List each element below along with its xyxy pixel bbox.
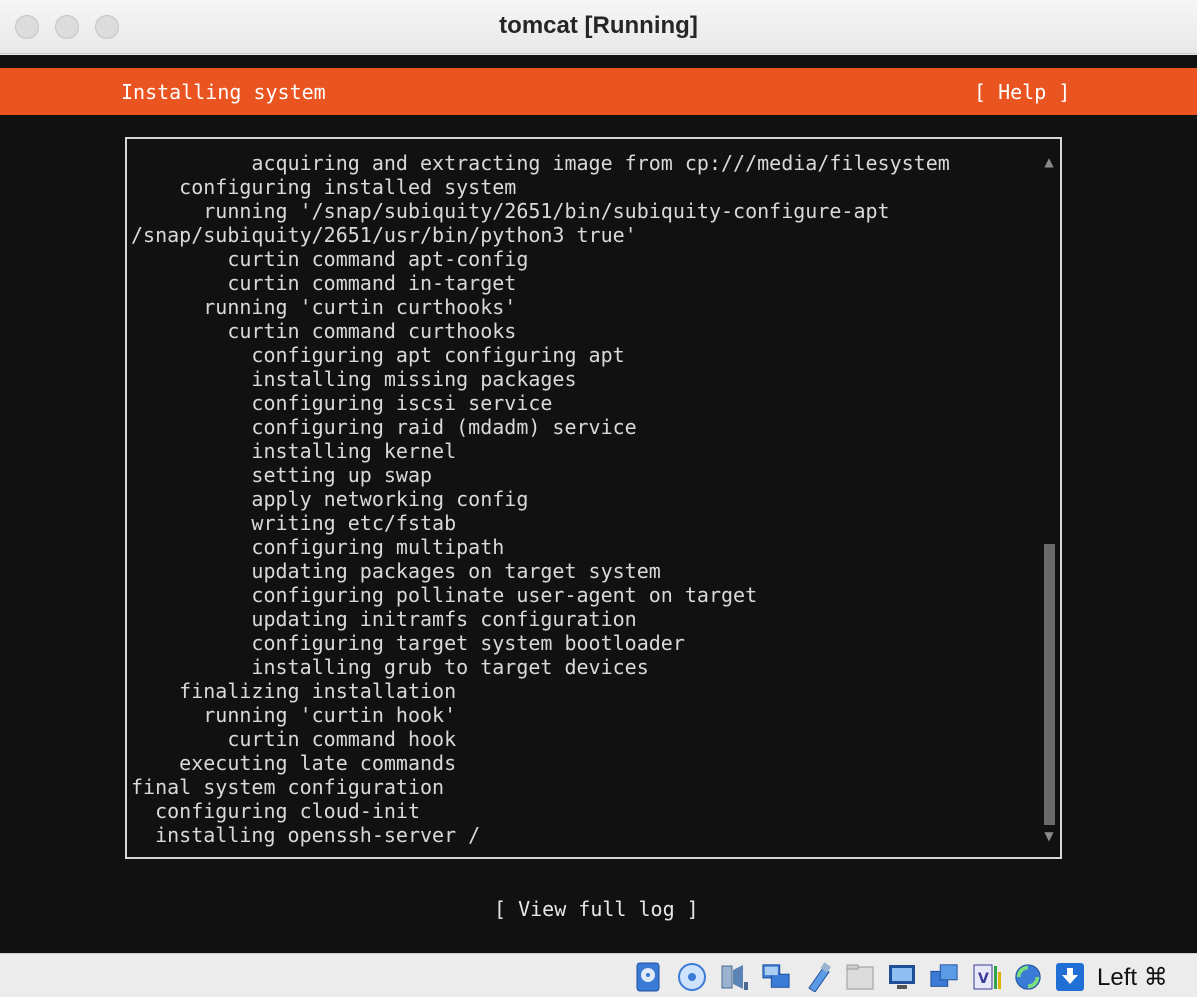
hard-disk-icon[interactable]	[633, 962, 663, 992]
log-line: installing kernel	[131, 439, 457, 463]
view-full-log-button[interactable]: [ View full log ]	[494, 897, 699, 921]
usb-icon[interactable]	[803, 962, 833, 992]
cpu-vt-x-icon[interactable]: V	[971, 962, 1001, 992]
log-line: configuring iscsi service	[131, 391, 553, 415]
log-line: running 'curtin curthooks'	[131, 295, 517, 319]
keyboard-capture-icon[interactable]	[1055, 962, 1085, 992]
log-line: /snap/subiquity/2651/usr/bin/python3 tru…	[131, 223, 637, 247]
log-scrollbar[interactable]	[1044, 171, 1055, 825]
optical-drive-icon[interactable]	[677, 962, 707, 992]
recording-icon[interactable]	[929, 962, 959, 992]
install-log-lines: acquiring and extracting image from cp:/…	[131, 151, 1036, 847]
svg-text:V: V	[978, 971, 989, 987]
log-line: updating initramfs configuration	[131, 607, 637, 631]
page-title: Installing system	[121, 80, 326, 104]
log-line: installing grub to target devices	[131, 655, 649, 679]
log-line: running 'curtin hook'	[131, 703, 457, 727]
log-line: curtin command apt-config	[131, 247, 529, 271]
log-line: finalizing installation	[131, 679, 457, 703]
audio-icon[interactable]	[719, 962, 749, 992]
log-line: curtin command curthooks	[131, 319, 517, 343]
host-key-label: Left ⌘	[1097, 964, 1168, 991]
log-line: executing late commands	[131, 751, 457, 775]
log-scrollbar-thumb[interactable]	[1044, 543, 1055, 825]
scroll-down-arrow-icon[interactable]: ▼	[1042, 829, 1056, 843]
scroll-up-arrow-icon[interactable]: ▲	[1042, 155, 1056, 169]
window-titlebar: tomcat [Running]	[0, 0, 1197, 54]
log-line: configuring apt configuring apt	[131, 343, 625, 367]
help-button[interactable]: [ Help ]	[974, 80, 1070, 104]
install-log-panel[interactable]: acquiring and extracting image from cp:/…	[125, 137, 1062, 859]
log-line: acquiring and extracting image from cp:/…	[131, 151, 950, 175]
log-line: final system configuration	[131, 775, 445, 799]
window-title: tomcat [Running]	[499, 12, 698, 39]
log-line: configuring cloud-init	[131, 799, 420, 823]
log-line: apply networking config	[131, 487, 529, 511]
log-line: installing missing packages	[131, 367, 577, 391]
log-line: configuring installed system	[131, 175, 517, 199]
log-line: curtin command hook	[131, 727, 457, 751]
log-line: configuring raid (mdadm) service	[131, 415, 637, 439]
log-line: installing openssh-server /	[131, 823, 481, 847]
shared-folders-icon[interactable]	[845, 962, 875, 992]
vm-screen[interactable]: Installing system [ Help ] acquiring and…	[0, 55, 1197, 953]
log-line: writing etc/fstab	[131, 511, 457, 535]
network-icon[interactable]	[761, 962, 791, 992]
mouse-integration-icon[interactable]	[1013, 962, 1043, 992]
log-line: running '/snap/subiquity/2651/bin/subiqu…	[131, 199, 890, 223]
installer-header: Installing system [ Help ]	[0, 68, 1197, 115]
display-icon[interactable]	[887, 962, 917, 992]
log-line: configuring target system bootloader	[131, 631, 685, 655]
log-line: configuring pollinate user-agent on targ…	[131, 583, 758, 607]
log-line: configuring multipath	[131, 535, 505, 559]
vm-status-bar: V Left ⌘	[0, 953, 1197, 997]
log-line: setting up swap	[131, 463, 433, 487]
log-line: curtin command in-target	[131, 271, 517, 295]
log-line: updating packages on target system	[131, 559, 661, 583]
